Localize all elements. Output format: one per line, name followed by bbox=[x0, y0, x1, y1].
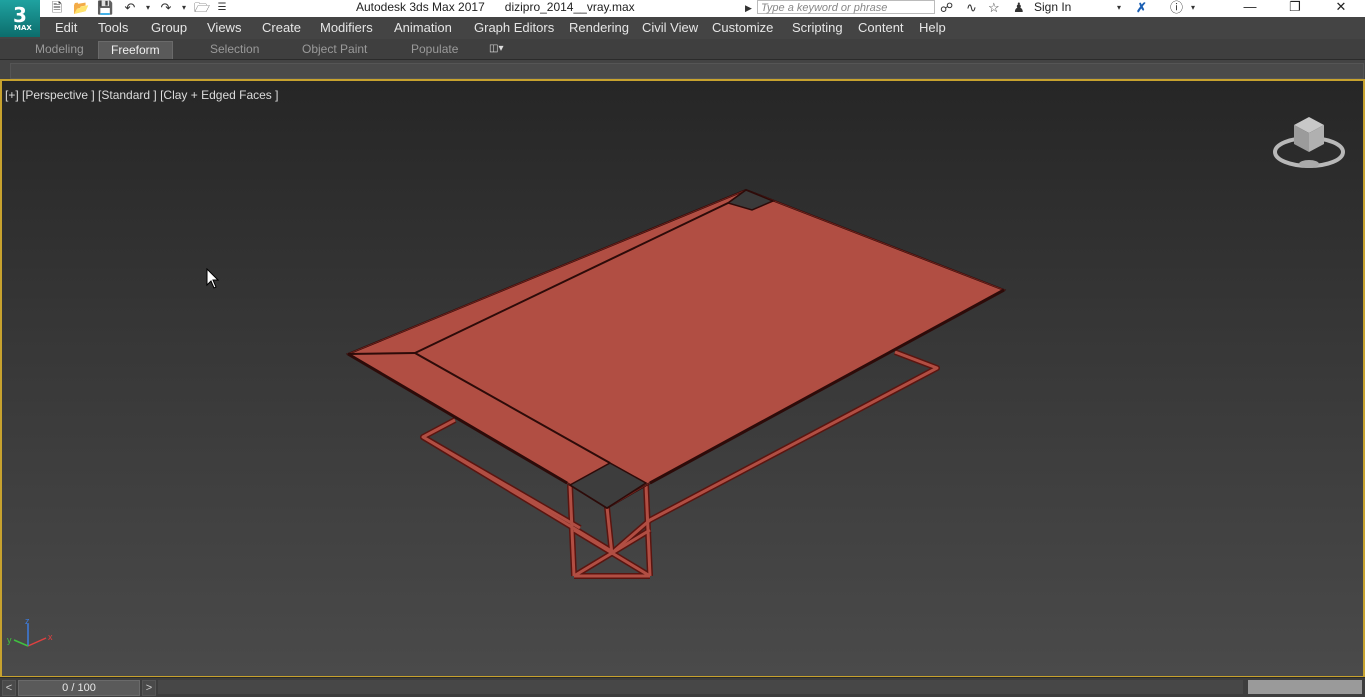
time-prev-button[interactable]: < bbox=[2, 680, 16, 696]
search-input[interactable]: Type a keyword or phrase bbox=[757, 0, 935, 14]
menu-modifiers[interactable]: Modifiers bbox=[320, 21, 373, 35]
undo-dropdown-icon[interactable]: ▾ bbox=[140, 0, 156, 16]
tab-populate[interactable]: Populate bbox=[411, 42, 458, 60]
window-title: Autodesk 3ds Max 2017 dizipro_2014__vray… bbox=[356, 0, 635, 14]
user-icon: ♟ bbox=[1013, 0, 1025, 15]
search-expand-icon[interactable]: ▶ bbox=[745, 0, 752, 16]
axis-x-label: x bbox=[48, 632, 53, 642]
quick-access-dropdown-icon[interactable]: ☰ bbox=[214, 0, 230, 16]
tab-modeling[interactable]: Modeling bbox=[35, 42, 84, 60]
menu-create[interactable]: Create bbox=[262, 21, 301, 35]
menu-views[interactable]: Views bbox=[207, 21, 241, 35]
ribbon-options-icon[interactable]: ◫▾ bbox=[489, 42, 503, 60]
time-next-button[interactable]: > bbox=[142, 680, 156, 696]
favorites-star-icon[interactable]: ☆ bbox=[988, 0, 1000, 16]
redo-dropdown-icon[interactable]: ▾ bbox=[176, 0, 192, 16]
ribbon-tab-bar: Modeling Freeform Selection Object Paint… bbox=[0, 39, 1365, 59]
exchange-apps-icon[interactable]: ✗ bbox=[1136, 0, 1147, 16]
app-title: Autodesk 3ds Max 2017 bbox=[356, 0, 485, 14]
axis-z-label: z bbox=[25, 618, 30, 626]
menu-bar: Edit Tools Group Views Create Modifiers … bbox=[0, 17, 1365, 39]
menu-edit[interactable]: Edit bbox=[55, 21, 77, 35]
restore-icon[interactable]: ❐ bbox=[1273, 0, 1317, 14]
close-icon[interactable]: ✕ bbox=[1319, 0, 1363, 14]
sign-in-button[interactable]: Sign In bbox=[1034, 0, 1071, 14]
new-file-icon[interactable]: 🗎 bbox=[49, 0, 65, 16]
tab-object-paint[interactable]: Object Paint bbox=[302, 42, 367, 60]
axis-tripod-icon: x z y bbox=[7, 618, 53, 647]
minimize-icon[interactable]: — bbox=[1228, 0, 1272, 14]
sign-in-dropdown-icon[interactable]: ▾ bbox=[1117, 0, 1121, 16]
open-file-icon[interactable]: 📂 bbox=[73, 0, 89, 16]
app-logo-sub: MAX bbox=[14, 24, 32, 32]
menu-tools[interactable]: Tools bbox=[98, 21, 128, 35]
menu-content[interactable]: Content bbox=[858, 21, 904, 35]
tab-freeform[interactable]: Freeform bbox=[98, 41, 173, 59]
title-bar: 3 MAX 🗎 📂 💾 ↶ ▾ ↷ ▾ 🗁 ☰ Autodesk 3ds Max… bbox=[0, 0, 1365, 37]
undo-icon[interactable]: ↶ bbox=[122, 0, 138, 16]
menu-animation[interactable]: Animation bbox=[394, 21, 452, 35]
mouse-cursor-icon bbox=[206, 268, 220, 289]
menu-rendering[interactable]: Rendering bbox=[569, 21, 629, 35]
ribbon-panel bbox=[0, 59, 1365, 80]
menu-customize[interactable]: Customize bbox=[712, 21, 773, 35]
tab-selection[interactable]: Selection bbox=[210, 42, 259, 60]
app-logo-button[interactable]: 3 MAX bbox=[0, 0, 40, 37]
viewcube-icon[interactable] bbox=[1272, 112, 1346, 174]
help-dropdown-icon[interactable]: ▾ bbox=[1191, 0, 1195, 16]
ribbon-panel-area bbox=[10, 63, 1364, 79]
time-slider-bar: < 0 / 100 > bbox=[0, 677, 1365, 697]
viewport-label[interactable]: [+] [Perspective ] [Standard ] [Clay + E… bbox=[5, 88, 278, 102]
communication-center-icon[interactable]: ∿ bbox=[966, 0, 977, 16]
menu-help[interactable]: Help bbox=[919, 21, 946, 35]
binoculars-icon[interactable]: ☍ bbox=[940, 0, 953, 16]
file-name: dizipro_2014__vray.max bbox=[504, 0, 635, 14]
axis-y-label: y bbox=[7, 635, 12, 645]
save-file-icon[interactable]: 💾 bbox=[97, 0, 113, 16]
menu-graph-editors[interactable]: Graph Editors bbox=[474, 21, 554, 35]
time-track-end bbox=[1248, 680, 1362, 694]
table-model[interactable] bbox=[340, 180, 1020, 590]
help-icon[interactable]: ⓘ bbox=[1170, 0, 1183, 16]
menu-group[interactable]: Group bbox=[151, 21, 187, 35]
menu-scripting[interactable]: Scripting bbox=[792, 21, 843, 35]
time-slider[interactable]: 0 / 100 bbox=[18, 680, 140, 696]
redo-icon[interactable]: ↷ bbox=[158, 0, 174, 16]
project-folder-icon[interactable]: 🗁 bbox=[194, 0, 210, 16]
time-track[interactable] bbox=[158, 680, 1243, 694]
menu-civil-view[interactable]: Civil View bbox=[642, 21, 698, 35]
